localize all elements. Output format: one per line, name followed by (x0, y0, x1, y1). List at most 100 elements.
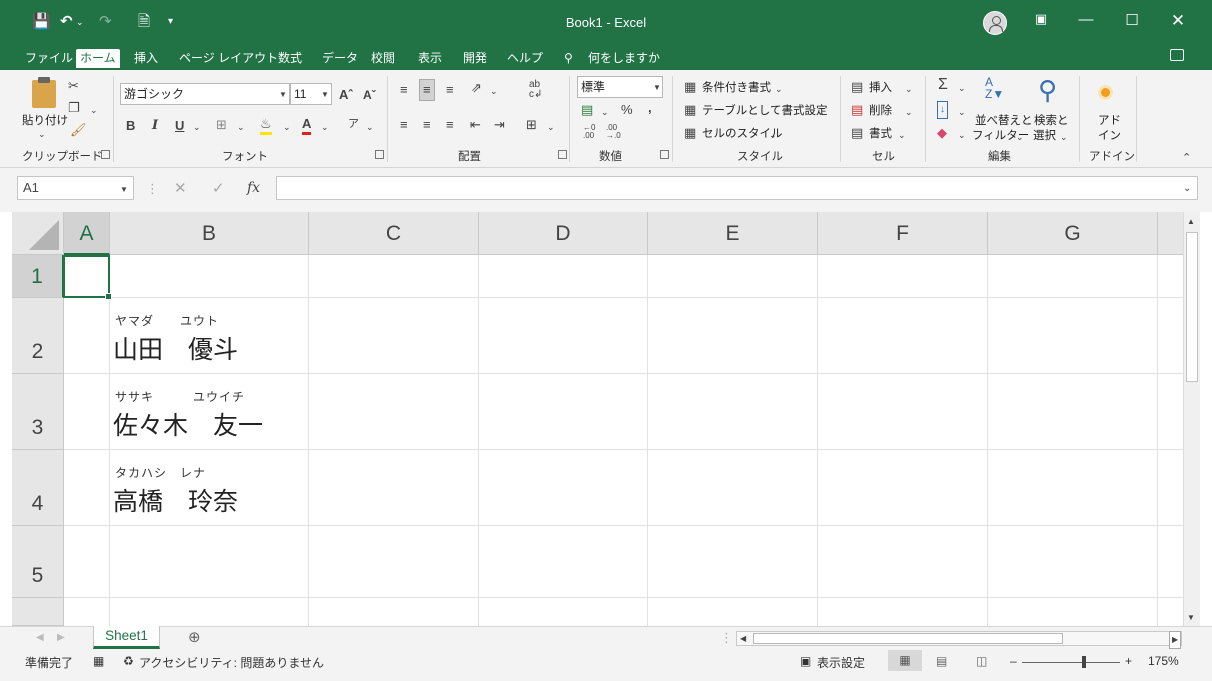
conditional-format-button[interactable]: 条件付き書式 (702, 79, 771, 95)
sheet-tab-sheet1[interactable]: Sheet1 (93, 626, 160, 649)
sort-filter-dropdown-icon[interactable]: ⌄ (1016, 129, 1024, 145)
display-settings-icon[interactable]: ▣ (800, 654, 811, 668)
decrease-font-icon[interactable]: Aˇ (363, 87, 376, 103)
insert-cells-button[interactable]: 挿入 (869, 79, 892, 95)
tab-file[interactable]: ファイル (21, 49, 77, 70)
addins-top-label[interactable]: アド (1098, 112, 1121, 128)
sort-label[interactable]: 並べ替えと (975, 112, 1033, 128)
number-format-select[interactable]: 標準 (577, 76, 663, 98)
accessibility-status[interactable]: アクセシビリティ: 問題ありません (139, 654, 324, 671)
copy-dropdown-icon[interactable]: ⌄ (90, 102, 98, 118)
column-header-a[interactable]: A (64, 212, 110, 255)
font-name-select[interactable]: 游ゴシック (120, 83, 290, 105)
row-header-1[interactable]: 1 (12, 255, 64, 298)
decrease-indent-icon[interactable]: ⇤ (470, 117, 481, 133)
row-header-3[interactable]: 3 (12, 374, 64, 450)
ribbon-display-icon[interactable]: ▣ (1026, 11, 1056, 27)
select-label[interactable]: 選択 (1033, 127, 1056, 143)
enter-entry-icon[interactable]: ✓ (212, 181, 225, 197)
accessibility-icon[interactable]: ♻ (123, 654, 134, 668)
horizontal-scrollbar[interactable]: ◀ (736, 631, 1182, 646)
cell-styles-dropdown-icon[interactable]: ⌄ (769, 127, 777, 143)
formula-input[interactable] (276, 176, 1198, 200)
delete-cells-icon[interactable]: ▤ (851, 102, 863, 118)
accounting-format-icon[interactable]: ▤ (581, 102, 593, 118)
row-header-6[interactable] (12, 598, 64, 626)
alignment-launcher-icon[interactable] (558, 150, 567, 159)
fill-color-dropdown-icon[interactable]: ⌄ (283, 119, 291, 135)
copy-icon[interactable]: ❐ (68, 100, 80, 116)
tab-review[interactable]: 校閲 (367, 49, 399, 70)
increase-decimal-icon[interactable]: ←0.00 (583, 124, 595, 140)
scroll-right-icon[interactable]: ▶ (1169, 631, 1182, 649)
increase-font-icon[interactable]: Aˆ (339, 87, 353, 103)
number-launcher-icon[interactable] (660, 150, 669, 159)
paste-icon[interactable] (32, 80, 56, 108)
row-header-2[interactable]: 2 (12, 298, 64, 374)
cancel-entry-icon[interactable]: ✕ (174, 181, 187, 197)
font-launcher-icon[interactable] (375, 150, 384, 159)
delete-cells-button[interactable]: 削除 (869, 102, 892, 118)
orientation-dropdown-icon[interactable]: ⌄ (490, 83, 498, 99)
vertical-scrollbar[interactable]: ▲ ▼ (1183, 212, 1200, 626)
insert-dropdown-icon[interactable]: ⌄ (905, 81, 913, 97)
clear-icon[interactable]: ◆ (937, 125, 947, 141)
bold-button[interactable]: B (126, 118, 135, 134)
column-header-b[interactable]: B (110, 212, 309, 255)
decrease-decimal-icon[interactable]: .00 →.0 (606, 124, 621, 140)
number-format-dropdown-icon[interactable]: ▼ (653, 80, 661, 96)
merge-dropdown-icon[interactable]: ⌄ (547, 119, 555, 135)
wrap-text-icon[interactable]: ab c↲ (529, 80, 542, 100)
conditional-format-dropdown-icon[interactable]: ⌄ (775, 81, 783, 97)
accounting-dropdown-icon[interactable]: ⌄ (601, 104, 609, 120)
insert-cells-icon[interactable]: ▤ (851, 79, 863, 95)
next-sheet-icon[interactable]: ▶ (57, 630, 65, 646)
borders-dropdown-icon[interactable]: ⌄ (237, 119, 245, 135)
tab-help[interactable]: ヘルプ (503, 49, 547, 70)
align-center-icon[interactable]: ≡ (423, 117, 431, 133)
format-painter-icon[interactable]: 🖌 (70, 122, 87, 138)
percent-style-icon[interactable]: % (621, 102, 633, 118)
name-box[interactable]: A1 (17, 176, 134, 200)
phonetic-dropdown-icon[interactable]: ⌄ (366, 119, 374, 135)
page-break-view-icon[interactable]: ◫ (976, 654, 987, 668)
column-header-c[interactable]: C (309, 212, 479, 255)
collapse-ribbon-icon[interactable]: ⌃ (1182, 150, 1191, 166)
align-right-icon[interactable]: ≡ (446, 117, 454, 133)
delete-dropdown-icon[interactable]: ⌄ (905, 104, 913, 120)
display-settings-button[interactable]: 表示設定 (817, 654, 865, 671)
sort-filter-icon[interactable]: A Z▼ (985, 76, 1004, 100)
row-header-5[interactable]: 5 (12, 526, 64, 598)
align-middle-icon[interactable]: ≡ (419, 79, 435, 101)
find-label[interactable]: 検索と (1034, 112, 1069, 128)
vertical-scroll-thumb[interactable] (1186, 232, 1198, 382)
find-dropdown-icon[interactable]: ⌄ (1060, 129, 1068, 145)
addins-bottom-label[interactable]: イン (1098, 127, 1121, 143)
comments-icon[interactable] (1170, 49, 1184, 61)
format-as-table-icon[interactable]: ▦ (684, 102, 696, 118)
tab-page-layout[interactable]: ページ レイアウト (175, 49, 282, 70)
format-cells-button[interactable]: 書式 (869, 125, 892, 141)
tab-data[interactable]: データ (318, 49, 362, 70)
paste-dropdown-icon[interactable]: ⌄ (38, 126, 46, 142)
format-as-table-button[interactable]: テーブルとして書式設定 (702, 102, 827, 118)
column-header-g[interactable]: G (988, 212, 1158, 255)
insert-function-icon[interactable]: fx (247, 180, 260, 196)
conditional-format-icon[interactable]: ▦ (684, 79, 696, 95)
borders-icon[interactable]: ⊞ (216, 117, 227, 133)
zoom-in-icon[interactable]: + (1125, 654, 1132, 668)
format-cells-icon[interactable]: ▤ (851, 125, 863, 141)
increase-indent-icon[interactable]: ⇥ (494, 117, 505, 133)
find-select-icon[interactable]: ⚲ (1038, 76, 1057, 104)
column-header-e[interactable]: E (648, 212, 818, 255)
tab-split-grip-icon[interactable]: ⋮ (720, 630, 733, 646)
cut-icon[interactable]: ✂ (68, 78, 79, 94)
merge-center-icon[interactable]: ⊞ (526, 117, 537, 133)
minimize-icon[interactable]: — (1071, 11, 1101, 28)
align-bottom-icon[interactable]: ≡ (446, 82, 454, 98)
fill-color-icon[interactable]: ♨ (260, 116, 272, 135)
tab-insert[interactable]: 挿入 (130, 49, 162, 70)
comma-style-icon[interactable]: , (648, 100, 652, 116)
active-cell-a1[interactable] (63, 255, 112, 300)
scroll-up-icon[interactable]: ▲ (1187, 214, 1195, 230)
